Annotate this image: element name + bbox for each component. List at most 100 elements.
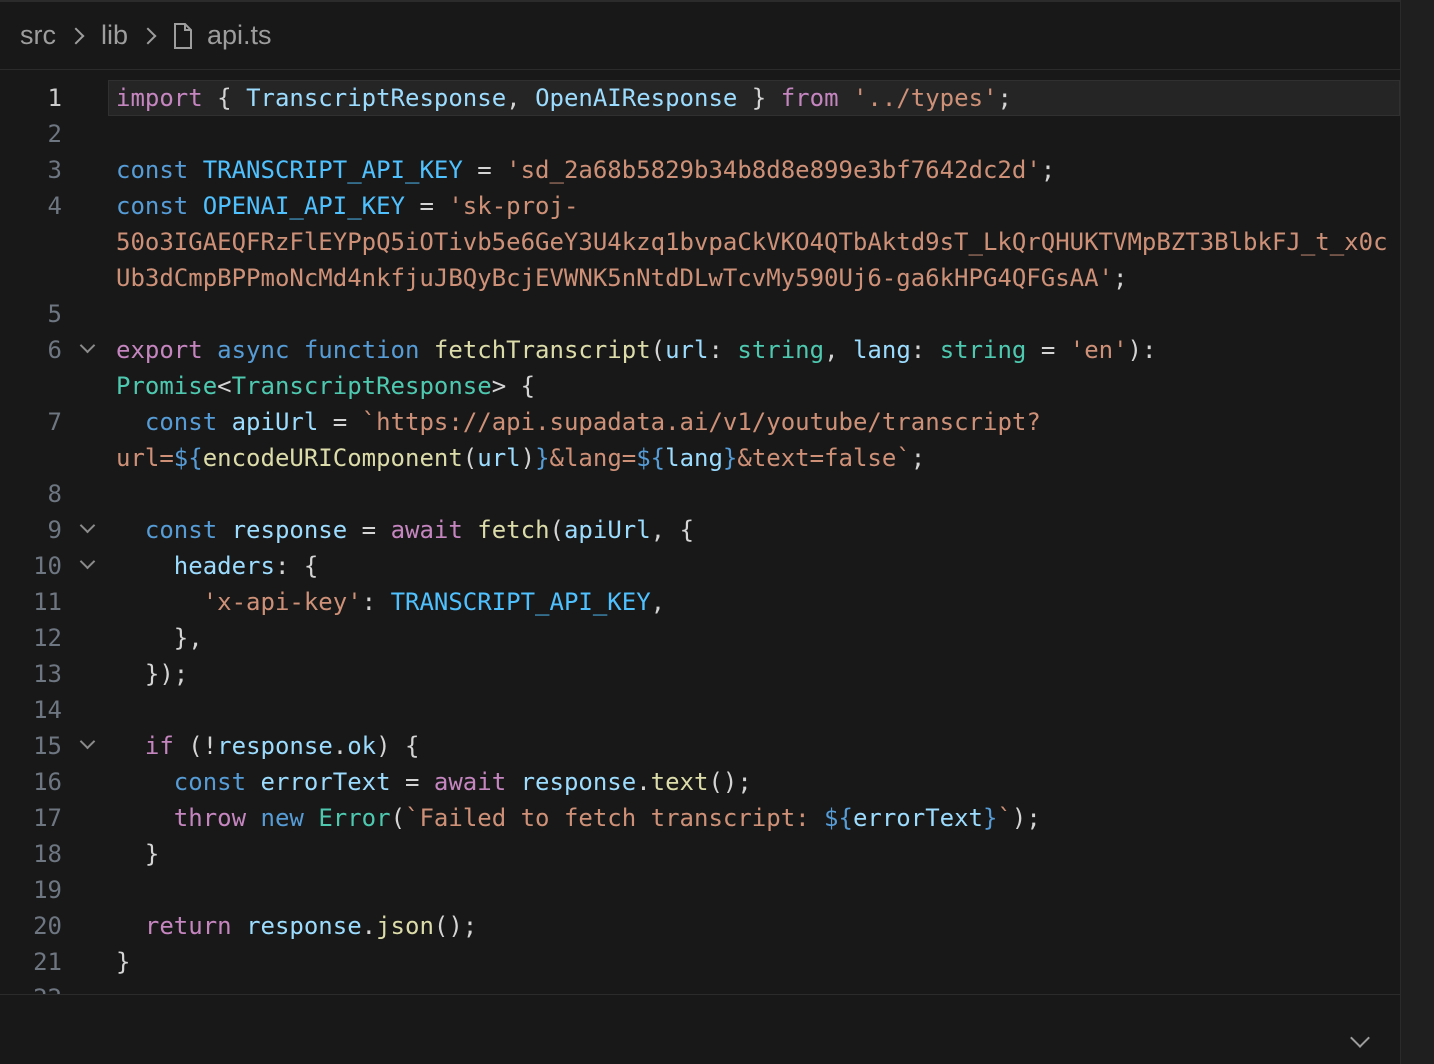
fold-chevron-icon[interactable]: [80, 340, 96, 356]
code-line[interactable]: 7 const apiUrl = `https://api.supadata.a…: [0, 404, 1400, 440]
code-line[interactable]: 12 },: [0, 620, 1400, 656]
code-text: }: [116, 944, 130, 980]
breadcrumb-file[interactable]: api.ts: [207, 20, 272, 51]
code-text: headers: {: [116, 548, 319, 584]
code-line[interactable]: 14: [0, 692, 1400, 728]
code-line[interactable]: Promise<TranscriptResponse> {: [0, 368, 1400, 404]
fold-chevron-icon[interactable]: [80, 556, 96, 572]
code-line[interactable]: 11 'x-api-key': TRANSCRIPT_API_KEY,: [0, 584, 1400, 620]
line-number: 4: [47, 192, 62, 220]
code-line[interactable]: 9 const response = await fetch(apiUrl, {: [0, 512, 1400, 548]
code-token: (!: [173, 732, 218, 760]
code-text: },: [116, 620, 203, 656]
line-number: 5: [47, 300, 62, 328]
code-token: errorText: [260, 768, 391, 796]
code-line[interactable]: 50o3IGAEQFRzFlEYPpQ5iOTivb5e6GeY3U4kzq1b…: [0, 224, 1400, 260]
fold-chevron-icon[interactable]: [80, 736, 96, 752]
scrollbar-track[interactable]: [1400, 0, 1434, 1064]
code-token: ;: [997, 84, 1012, 112]
code-token: errorText: [852, 804, 983, 832]
code-line[interactable]: 10 headers: {: [0, 548, 1400, 584]
code-line[interactable]: 13 });: [0, 656, 1400, 692]
code-line[interactable]: Ub3dCmpBPPmoNcMd4nkfjuJBQyBcjEVWNK5nNtdD…: [0, 260, 1400, 296]
code-line[interactable]: 6 export async function fetchTranscript(u…: [0, 332, 1400, 368]
code-token: headers: [173, 552, 275, 580]
code-text: Ub3dCmpBPPmoNcMd4nkfjuJBQyBcjEVWNK5nNtdD…: [116, 260, 1127, 296]
code-editor[interactable]: 1 import { TranscriptResponse, OpenAIResp…: [0, 80, 1400, 994]
code-line[interactable]: 8: [0, 476, 1400, 512]
code-token: }: [983, 804, 998, 832]
line-number: 7: [47, 408, 62, 436]
breadcrumb-src[interactable]: src: [20, 20, 56, 51]
breadcrumb: src lib api.ts: [0, 2, 1400, 70]
code-text: });: [116, 656, 188, 692]
code-token: '../types': [852, 84, 998, 112]
breadcrumb-lib[interactable]: lib: [101, 20, 128, 51]
code-token: ) {: [376, 732, 420, 760]
code-line[interactable]: 1 import { TranscriptResponse, OpenAIResp…: [0, 80, 1400, 116]
code-token: 'sk-proj-: [448, 192, 579, 220]
code-line[interactable]: 20 return response.json();: [0, 908, 1400, 944]
code-line[interactable]: 5: [0, 296, 1400, 332]
line-number: 9: [47, 516, 62, 544]
code-line[interactable]: 16 const errorText = await response.text…: [0, 764, 1400, 800]
code-line[interactable]: 18 }: [0, 836, 1400, 872]
code-text: const response = await fetch(apiUrl, {: [116, 512, 694, 548]
line-number: 6: [47, 336, 62, 364]
code-token: }: [535, 444, 550, 472]
code-line[interactable]: 2: [0, 116, 1400, 152]
code-token: ,: [506, 84, 536, 112]
code-token: ,: [824, 336, 853, 364]
code-token: : {: [274, 552, 319, 580]
code-line[interactable]: 19: [0, 872, 1400, 908]
file-icon: [174, 22, 193, 49]
line-number: 13: [33, 660, 62, 688]
code-token: ();: [708, 768, 752, 796]
code-line[interactable]: 4 const OPENAI_API_KEY = 'sk-proj-: [0, 188, 1400, 224]
code-token: > {: [491, 372, 536, 400]
code-token: response: [231, 516, 348, 544]
chevron-right-icon: [67, 27, 85, 44]
code-token: 50o3IGAEQFRzFlEYPpQ5iOTivb5e6GeY3U4kzq1b…: [116, 228, 1388, 256]
code-line[interactable]: 3 const TRANSCRIPT_API_KEY = 'sd_2a68b582…: [0, 152, 1400, 188]
chevron-down-icon[interactable]: [1350, 1031, 1370, 1051]
fold-chevron-icon[interactable]: [80, 520, 96, 536]
line-number: 10: [33, 552, 62, 580]
line-number: 19: [33, 876, 62, 904]
code-line[interactable]: 15 if (!response.ok) {: [0, 728, 1400, 764]
code-token: `https://api.supadata.ai/v1/youtube/tran…: [361, 408, 1041, 436]
line-number: 22: [0, 980, 62, 994]
line-number: 8: [47, 480, 62, 508]
code-line[interactable]: 22: [0, 980, 1400, 994]
line-number: 14: [33, 696, 62, 724]
line-number: 15: [33, 732, 62, 760]
code-token: .: [332, 732, 348, 760]
code-token: 'en': [1069, 336, 1128, 364]
code-token: response: [217, 732, 333, 760]
code-token: TranscriptResponse: [246, 84, 507, 112]
code-token: response: [246, 912, 362, 940]
code-token: :: [361, 588, 391, 616]
code-token: .: [636, 768, 651, 796]
code-token: }: [737, 84, 781, 112]
code-text: const TRANSCRIPT_API_KEY = 'sd_2a68b5829…: [116, 152, 1055, 188]
code-token: Promise: [116, 372, 218, 400]
code-token: const: [116, 192, 189, 220]
code-line[interactable]: url=${encodeURIComponent(url)}&lang=${la…: [0, 440, 1400, 476]
code-token: const: [173, 768, 247, 796]
code-line[interactable]: 17 throw new Error(`Failed to fetch tran…: [0, 800, 1400, 836]
code-text: if (!response.ok) {: [116, 728, 420, 764]
code-token: }: [116, 948, 131, 976]
code-token: =: [390, 768, 434, 796]
code-token: TranscriptResponse: [231, 372, 492, 400]
code-line[interactable]: 21}: [0, 944, 1400, 980]
